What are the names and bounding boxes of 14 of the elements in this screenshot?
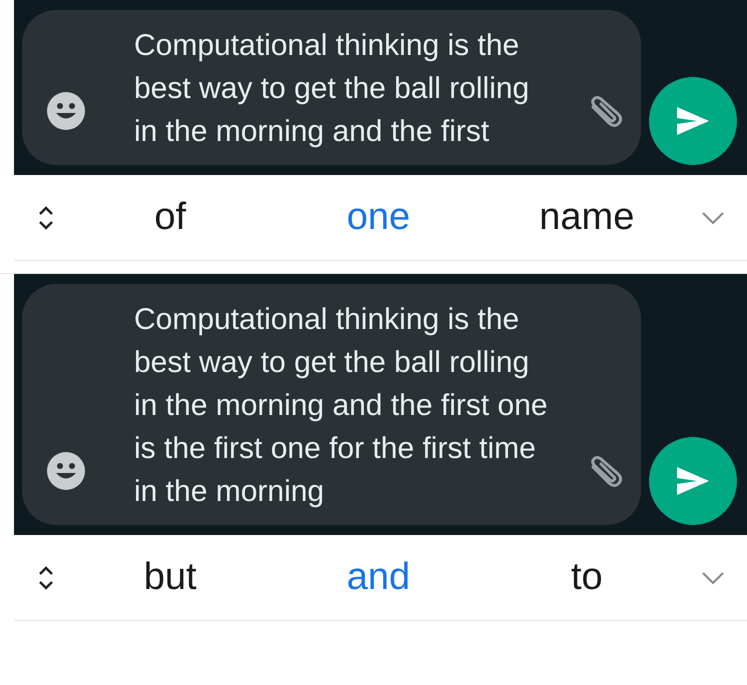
message-field[interactable]: Computational thinking is the best way to get the ball rolling in the morning and the first one is the first one for the first time in the morning <box>22 284 641 525</box>
message-text: Computational thinking is the best way to get the ball rolling in the morning and the first one is the first one for the first time in the morning <box>134 302 549 510</box>
suggestion[interactable]: to <box>482 556 691 599</box>
suggestion[interactable]: and <box>274 556 483 599</box>
suggestion[interactable]: name <box>482 196 691 239</box>
suggestion[interactable]: of <box>66 196 274 239</box>
chevron-down-icon[interactable] <box>701 570 725 584</box>
chevron-down-icon[interactable] <box>701 210 725 224</box>
smiley-icon[interactable] <box>46 451 86 491</box>
message-field[interactable]: Computational thinking is the best way to get the ball rolling in the morning and the first <box>22 10 641 165</box>
suggestion[interactable]: but <box>66 556 274 599</box>
message-text: Computational thinking is the best way to get the ball rolling in the morning and the first <box>134 28 530 150</box>
suggestion[interactable]: one <box>274 196 483 239</box>
smiley-icon[interactable] <box>46 91 86 131</box>
